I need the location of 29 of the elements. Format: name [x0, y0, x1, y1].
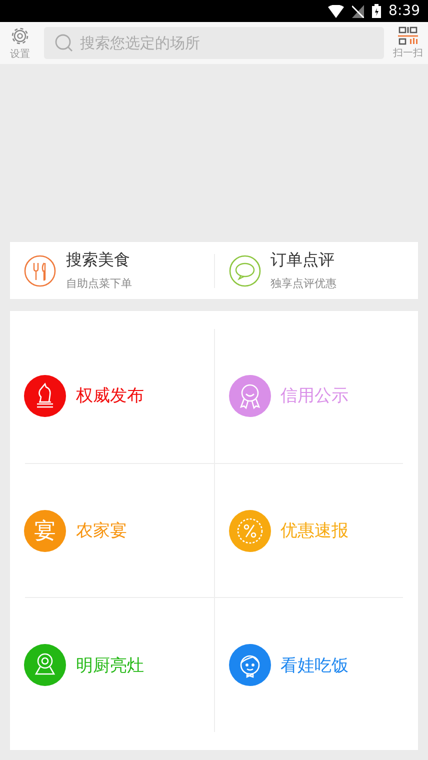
settings-icon: [9, 25, 31, 47]
quick-action[interactable]: 搜索美食 自助点菜下单: [10, 250, 214, 291]
quick-action[interactable]: 订单点评 独享点评优惠: [214, 250, 418, 291]
search-field[interactable]: 搜索您选定的场所: [44, 27, 384, 59]
action-subtitle: 自助点菜下单: [66, 276, 132, 291]
service-item[interactable]: 宴 农家宴: [10, 464, 214, 598]
battery-icon: [372, 4, 381, 18]
service-label: 农家宴: [76, 520, 127, 542]
character-icon: 宴: [24, 510, 66, 552]
action-title: 订单点评: [270, 250, 336, 271]
service-item[interactable]: 看娃吃饭: [214, 598, 418, 732]
service-label: 权威发布: [76, 385, 144, 408]
settings-button[interactable]: 设置: [2, 25, 38, 61]
action-title: 搜索美食: [66, 250, 131, 271]
status-time: 8:39: [388, 3, 420, 19]
service-label: 信用公示: [280, 385, 348, 408]
search-icon: [54, 33, 74, 53]
service-label: 看娃吃饭: [280, 654, 348, 677]
signal-icon: [352, 4, 364, 18]
service-item[interactable]: 优惠速报: [214, 464, 418, 598]
action-subtitle: 独享点评优惠: [270, 276, 336, 291]
scan-button[interactable]: 扫一扫: [390, 26, 426, 60]
service-label: 优惠速报: [280, 520, 348, 542]
qr-scan-icon: [398, 26, 418, 46]
service-label: 明厨亮灶: [76, 654, 144, 677]
service-item[interactable]: 明厨亮灶: [10, 598, 214, 732]
service-item[interactable]: 权威发布: [10, 329, 214, 463]
service-item[interactable]: 信用公示: [214, 329, 418, 463]
wifi-icon: [328, 4, 344, 18]
